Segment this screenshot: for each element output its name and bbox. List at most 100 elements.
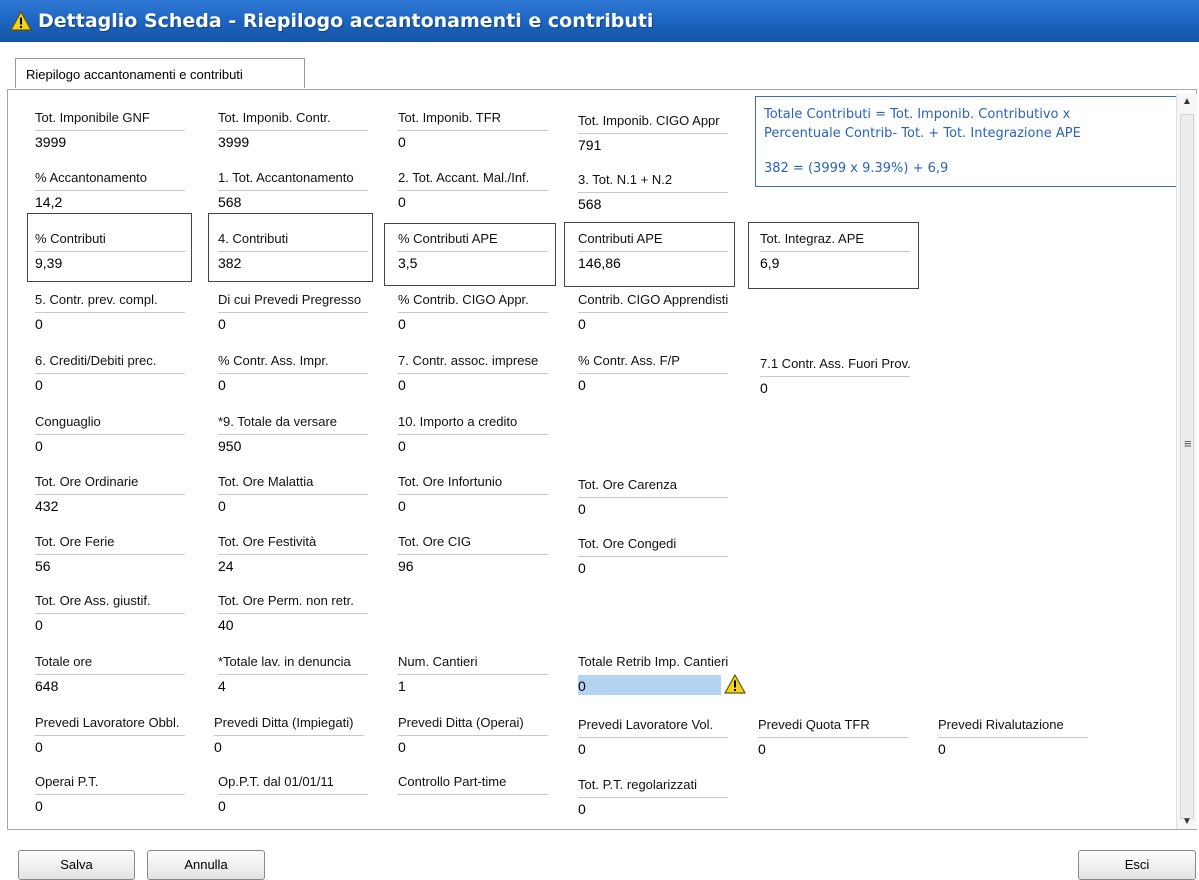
field-value[interactable]: 0	[35, 798, 43, 814]
field-value[interactable]: 0	[218, 798, 226, 814]
field-value[interactable]: 0	[578, 560, 586, 576]
field-value[interactable]: 9,39	[35, 255, 62, 271]
field-label: % Contributi APE	[398, 231, 498, 246]
field-totale-lav-in-denuncia: *Totale lav. in denuncia 4	[218, 654, 396, 700]
field-prevedi-lavoratore-obbl: Prevedi Lavoratore Obbl. 0	[35, 715, 213, 761]
field-label: Prevedi Lavoratore Obbl.	[35, 715, 180, 730]
field-label: 10. Importo a credito	[398, 414, 518, 429]
field-label: Num. Cantieri	[398, 654, 478, 669]
field-label: Contrib. CIGO Apprendisti	[578, 292, 729, 307]
field-value[interactable]: 0	[398, 194, 406, 210]
field-label: Prevedi Quota TFR	[758, 717, 870, 732]
warning-icon[interactable]	[723, 673, 747, 699]
field-prevedi-ditta-impiegati: Prevedi Ditta (Impiegati) 0	[214, 715, 392, 761]
field-label: Tot. Ore Carenza	[578, 477, 677, 492]
field-label: Tot. Ore Congedi	[578, 536, 677, 551]
field-value[interactable]: 3,5	[398, 255, 417, 271]
field-value[interactable]: 0	[35, 316, 43, 332]
field-value[interactable]: 0	[35, 438, 43, 454]
field-label: 7. Contr. assoc. imprese	[398, 353, 539, 368]
field-value[interactable]: 0	[938, 741, 946, 757]
field-label: Tot. Imponibile GNF	[35, 110, 150, 125]
field-value[interactable]: 432	[35, 498, 58, 514]
field-label: Tot. Imponib. Contr.	[218, 110, 331, 125]
field-value[interactable]: 0	[578, 678, 586, 694]
field-value[interactable]: 4	[218, 678, 226, 694]
field-value[interactable]: 0	[578, 316, 586, 332]
field-value[interactable]: 6,9	[760, 255, 779, 271]
field-value[interactable]: 568	[218, 194, 241, 210]
field-value[interactable]: 0	[398, 438, 406, 454]
field-value[interactable]: 0	[760, 380, 768, 396]
field-value[interactable]: 146,86	[578, 255, 621, 271]
scroll-down-arrow-icon[interactable]: ▼	[1182, 816, 1192, 827]
save-button[interactable]: Salva	[18, 850, 135, 880]
field-label: % Contr. Ass. Impr.	[218, 353, 329, 368]
field-contr-ass-fuori-prov: 7.1 Contr. Ass. Fuori Prov. 0	[760, 356, 938, 402]
scrollbar-thumb[interactable]	[1180, 114, 1194, 819]
field-value[interactable]: 0	[758, 741, 766, 757]
field-value[interactable]: 0	[578, 377, 586, 393]
tooltip-formula: 382 = (3999 x 9.39%) + 6,9	[764, 161, 949, 176]
field-label: Tot. Imponib. CIGO Appr	[578, 113, 720, 128]
field-prevedi-rivalutazione: Prevedi Rivalutazione 0	[938, 717, 1116, 763]
field-label: Tot. Ore Ferie	[35, 534, 115, 549]
tab-strip: Riepilogo accantonamenti e contributi	[0, 42, 1199, 90]
field-value[interactable]: 0	[398, 377, 406, 393]
field-value[interactable]: 24	[218, 558, 234, 574]
field-label: 5. Contr. prev. compl.	[35, 292, 158, 307]
field-value[interactable]: 648	[35, 678, 58, 694]
field-value[interactable]: 56	[35, 558, 51, 574]
exit-button[interactable]: Esci	[1078, 850, 1196, 880]
field-tot-pt-regolarizzati: Tot. P.T. regolarizzati 0	[578, 777, 756, 823]
field-value[interactable]: 0	[35, 617, 43, 633]
field-label: Di cui Prevedi Pregresso	[218, 292, 362, 307]
field-tot-ore-congedi: Tot. Ore Congedi 0	[578, 536, 756, 582]
field-value[interactable]: 3999	[35, 134, 66, 150]
field-tot-ore-malattia: Tot. Ore Malattia 0	[218, 474, 396, 520]
field-value[interactable]: 568	[578, 196, 601, 212]
tooltip-line: Totale Contributi = Tot. Imponib. Contri…	[764, 107, 1071, 122]
field-value[interactable]: 1	[398, 678, 406, 694]
field-label: Operai P.T.	[35, 774, 99, 789]
field-prevedi-ditta-operai: Prevedi Ditta (Operai) 0	[398, 715, 576, 761]
field-totale-retrib-imp-cantieri: Totale Retrib Imp. Cantieri 0	[578, 654, 768, 700]
field-value[interactable]: 0	[218, 316, 226, 332]
field-contr-assoc-imprese: 7. Contr. assoc. imprese 0	[398, 353, 576, 399]
field-value[interactable]: 0	[578, 501, 586, 517]
field-value[interactable]: 0	[578, 801, 586, 817]
field-value[interactable]: 40	[218, 617, 234, 633]
field-perc-contrib-cigo-appr: % Contrib. CIGO Appr. 0	[398, 292, 576, 338]
field-value[interactable]: 0	[398, 498, 406, 514]
field-value[interactable]: 0	[398, 739, 406, 755]
cancel-button[interactable]: Annulla	[147, 850, 265, 880]
field-value[interactable]: 14,2	[35, 194, 62, 210]
field-conguaglio: Conguaglio 0	[35, 414, 213, 460]
field-value[interactable]: 0	[218, 377, 226, 393]
field-tot-ore-festivita: Tot. Ore Festività 24	[218, 534, 396, 580]
field-value[interactable]: 0	[218, 498, 226, 514]
field-label: Tot. Ore Infortunio	[398, 474, 503, 489]
field-value[interactable]: 0	[578, 741, 586, 757]
scroll-up-arrow-icon[interactable]: ▲	[1182, 96, 1192, 107]
field-value[interactable]: 0	[398, 316, 406, 332]
vertical-scrollbar[interactable]: ▲ ≡ ▼	[1176, 94, 1197, 829]
field-label: Totale Retrib Imp. Cantieri	[578, 654, 729, 669]
field-value[interactable]: 382	[218, 255, 241, 271]
warning-icon	[10, 11, 32, 31]
field-tot-accant-mal-inf: 2. Tot. Accant. Mal./Inf. 0	[398, 170, 576, 216]
field-value[interactable]: 0	[214, 739, 222, 755]
field-value[interactable]: 96	[398, 558, 414, 574]
field-value[interactable]: 950	[218, 438, 241, 454]
field-value[interactable]: 791	[578, 137, 601, 153]
field-value[interactable]: 3999	[218, 134, 249, 150]
field-tot-accantonamento: 1. Tot. Accantonamento 568	[218, 170, 396, 216]
field-totale-ore: Totale ore 648	[35, 654, 213, 700]
selected-input-highlight	[578, 675, 721, 695]
field-totale-da-versare: *9. Totale da versare 950	[218, 414, 396, 460]
tab-riepilogo[interactable]: Riepilogo accantonamenti e contributi	[15, 58, 305, 88]
field-value[interactable]: 0	[35, 377, 43, 393]
field-value[interactable]: 0	[35, 739, 43, 755]
field-tot-ore-perm-non-retr: Tot. Ore Perm. non retr. 40	[218, 593, 396, 639]
field-value[interactable]: 0	[398, 134, 406, 150]
